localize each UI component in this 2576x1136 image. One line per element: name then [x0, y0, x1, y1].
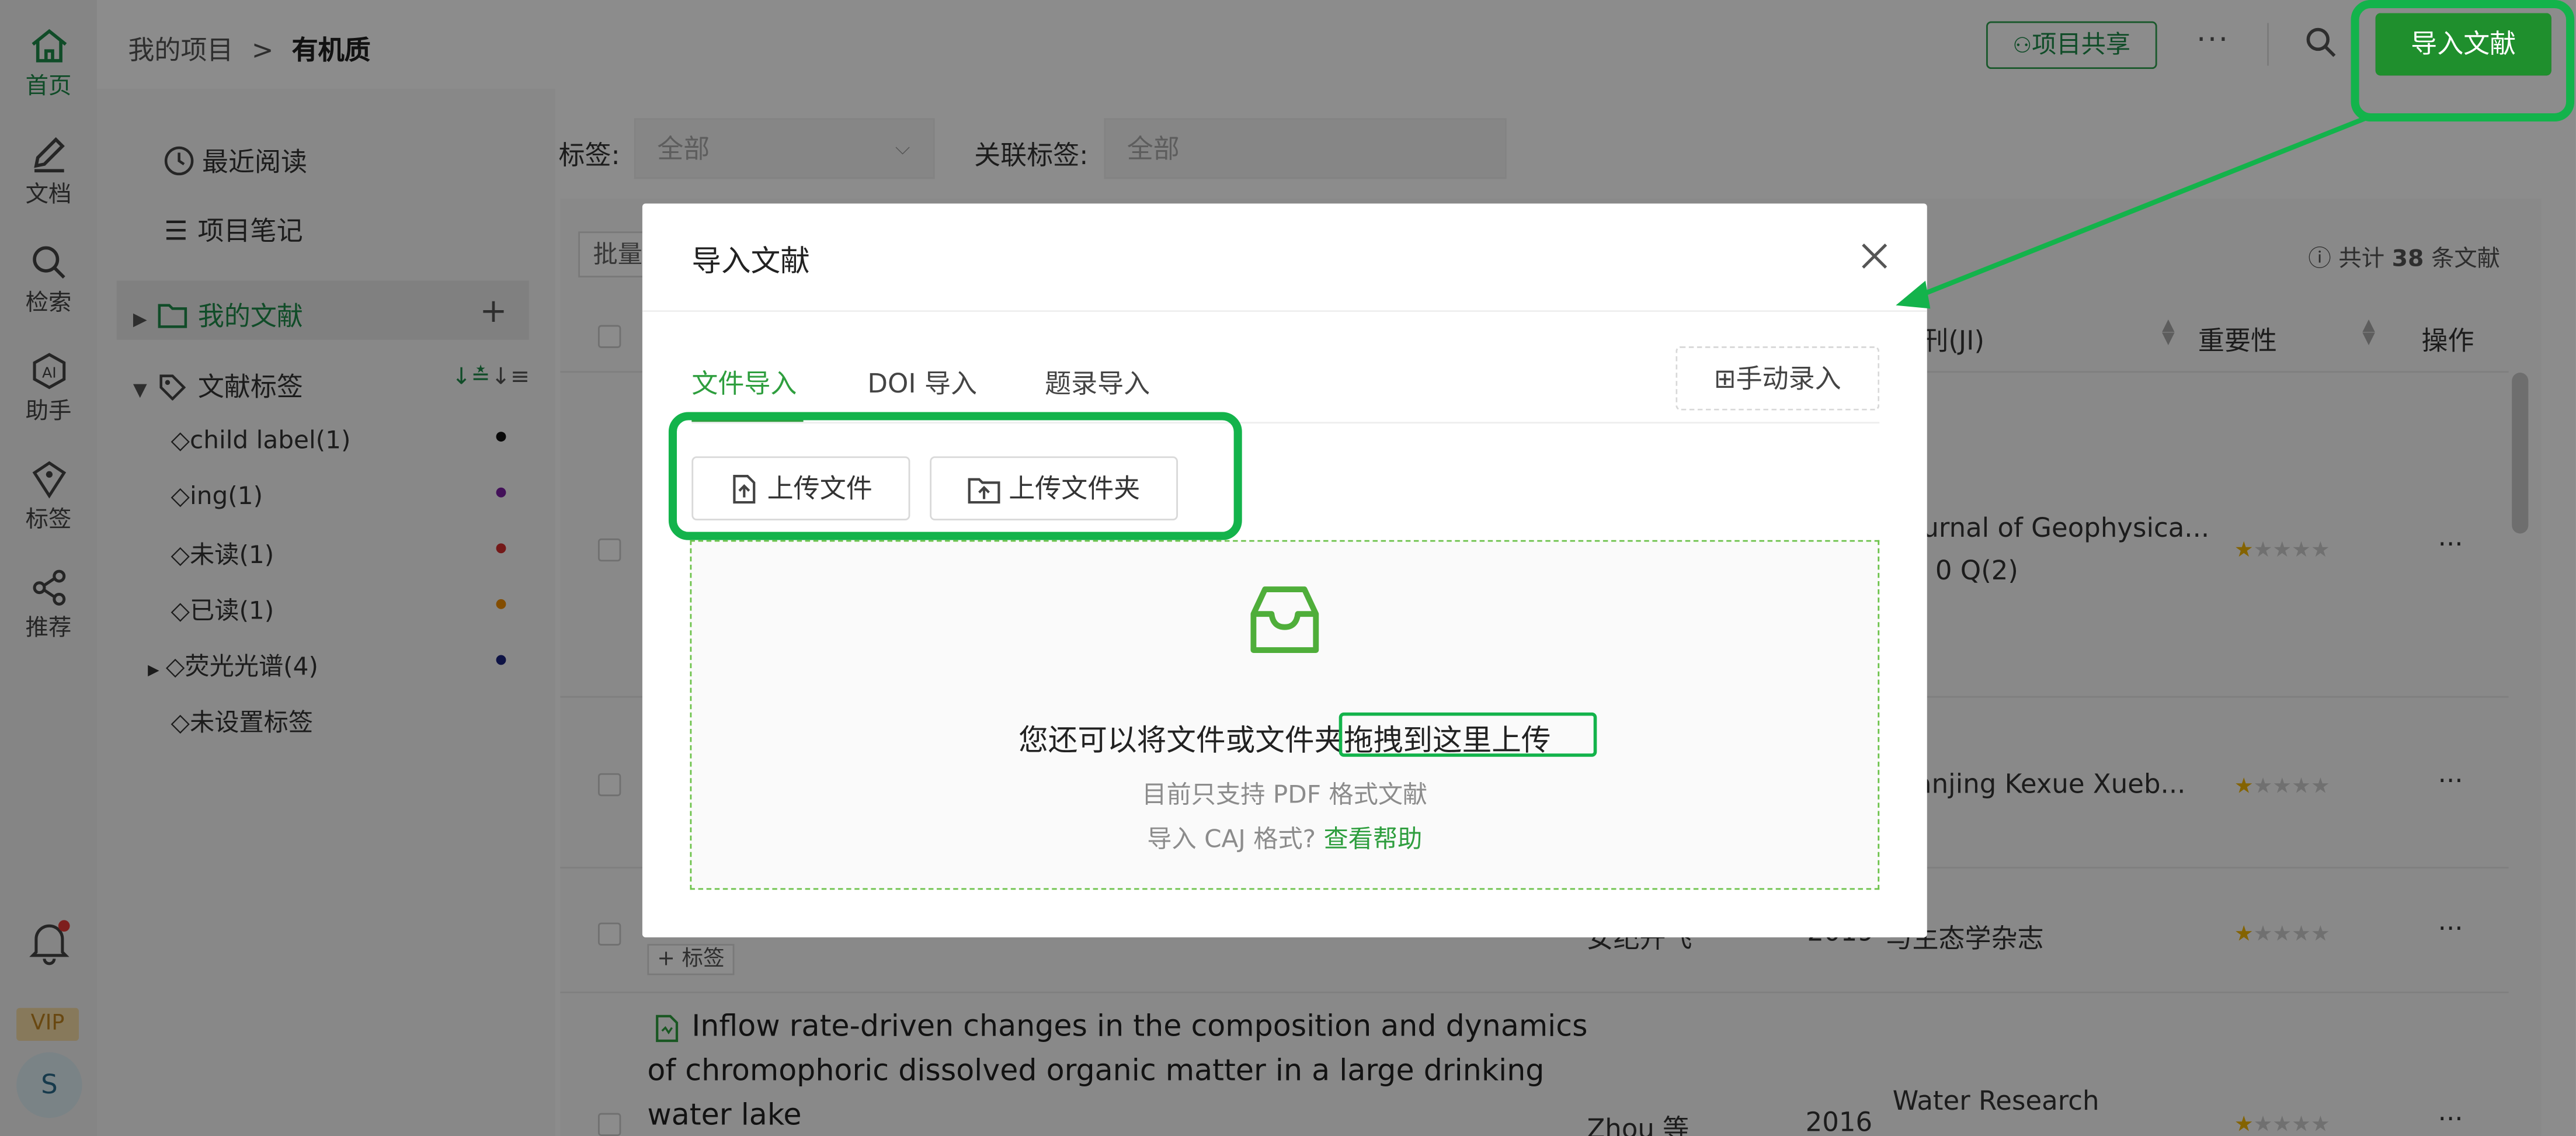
- annotation-arrow: [1896, 116, 2367, 309]
